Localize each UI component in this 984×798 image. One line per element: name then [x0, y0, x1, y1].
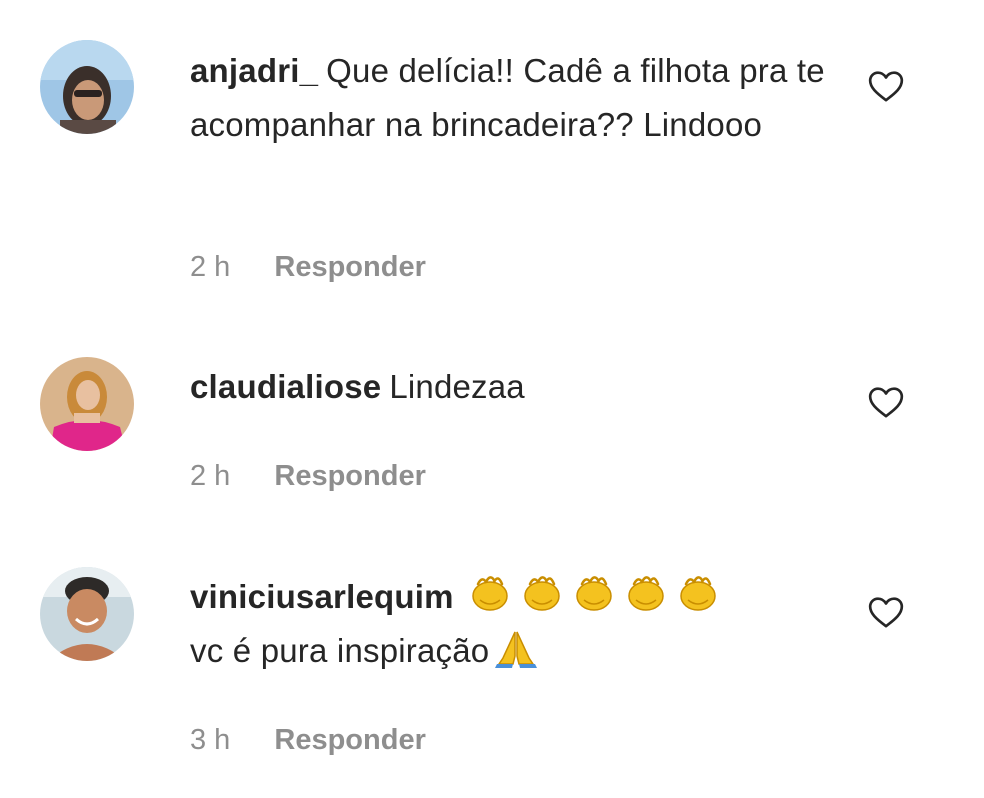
comment-time[interactable]: 2 h	[190, 460, 230, 492]
clapping-hands-emoji	[518, 574, 566, 614]
avatar[interactable]	[40, 567, 134, 661]
comment-username[interactable]: claudialiose	[190, 368, 381, 405]
clapping-hands-emoji	[674, 574, 722, 614]
comment-body: vc é pura inspiração	[190, 632, 490, 669]
user-avatar-photo	[40, 357, 134, 451]
comment-username[interactable]: anjadri_	[190, 52, 318, 89]
avatar[interactable]	[40, 357, 134, 451]
comment-time[interactable]: 2 h	[190, 251, 230, 283]
comment-time[interactable]: 3 h	[190, 724, 230, 756]
reply-button[interactable]: Responder	[274, 724, 425, 756]
clapping-hands-emoji	[570, 574, 618, 614]
comment-meta: 2 h Responder	[190, 251, 426, 284]
like-button[interactable]	[866, 382, 906, 422]
comment-username[interactable]: viniciusarlequim	[190, 578, 454, 615]
reply-button[interactable]: Responder	[274, 460, 425, 492]
user-avatar-photo	[40, 567, 134, 661]
heart-outline-icon	[868, 71, 904, 102]
clapping-hands-emoji	[466, 574, 514, 614]
comment-meta: 2 h Responder	[190, 460, 426, 493]
comment-meta: 3 h Responder	[190, 724, 426, 757]
like-button[interactable]	[866, 66, 906, 106]
folded-hands-emoji	[493, 628, 539, 668]
clapping-hands-emoji	[622, 574, 670, 614]
like-button[interactable]	[866, 592, 906, 632]
comment-text: viniciusarlequim vc é pura inspiração	[190, 570, 830, 678]
reply-button[interactable]: Responder	[274, 251, 425, 283]
avatar[interactable]	[40, 40, 134, 134]
comment-text: anjadri_ Que delícia!! Cadê a filhota pra…	[190, 44, 830, 152]
user-avatar-photo	[40, 40, 134, 134]
heart-outline-icon	[868, 387, 904, 418]
heart-outline-icon	[868, 597, 904, 628]
comment-text: claudialiose Lindezaa	[190, 360, 830, 414]
comment-body: Lindezaa	[389, 368, 525, 405]
